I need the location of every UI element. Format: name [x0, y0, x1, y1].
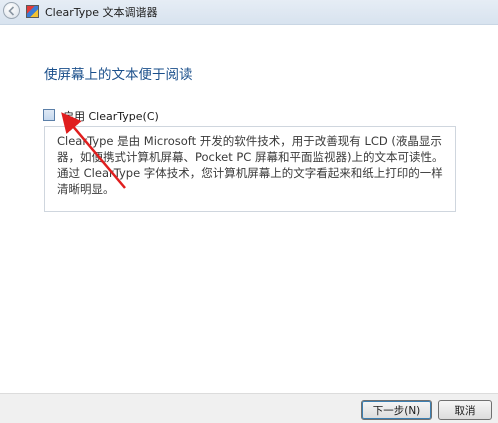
cancel-button[interactable]: 取消	[438, 400, 492, 420]
description-text: ClearType 是由 Microsoft 开发的软件技术，用于改善现有 LC…	[57, 134, 444, 196]
next-button[interactable]: 下一步(N)	[361, 400, 432, 420]
enable-cleartype-label[interactable]: 启用 ClearType(C)	[63, 108, 159, 124]
cleartype-app-icon	[26, 5, 39, 18]
wizard-footer: 下一步(N) 取消	[0, 393, 498, 423]
wizard-content: 使屏幕上的文本便于阅读 启用 ClearType(C) ClearType 是由…	[0, 25, 498, 393]
back-arrow-icon[interactable]	[3, 2, 20, 19]
window-title: ClearType 文本调谐器	[45, 6, 158, 19]
description-box: ClearType 是由 Microsoft 开发的软件技术，用于改善现有 LC…	[44, 126, 456, 212]
page-heading: 使屏幕上的文本便于阅读	[44, 67, 193, 83]
enable-cleartype-checkbox[interactable]	[43, 109, 55, 121]
title-bar: ClearType 文本调谐器	[0, 0, 498, 25]
